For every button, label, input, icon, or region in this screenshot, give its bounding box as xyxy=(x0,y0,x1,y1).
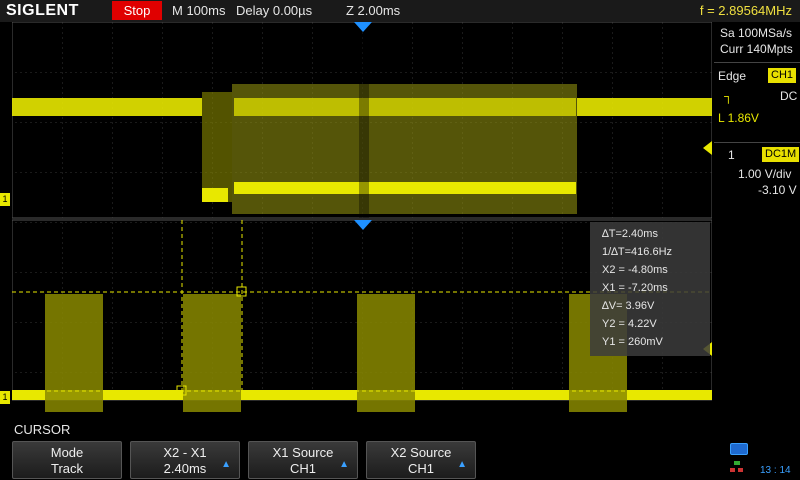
y1-value: Y1 = 260mV xyxy=(602,336,663,348)
softkey-label: X1 Source xyxy=(272,445,334,460)
frequency-counter: f = 2.89564MHz xyxy=(699,3,792,18)
rising-edge-icon: ┐ xyxy=(724,89,733,103)
run-stop-indicator[interactable]: Stop xyxy=(112,1,162,20)
channel1-ground-marker-main[interactable]: 1 xyxy=(0,193,10,206)
top-status-bar: SIGLENT Stop M 100ms Delay 0.00µs Z 2.00… xyxy=(0,0,800,22)
softkey-label: X2 - X1 xyxy=(163,445,207,460)
sample-rate: Sa 100MSa/s xyxy=(720,26,793,40)
right-info-panel: Sa 100MSa/s Curr 140Mpts Edge CH1 ┐ DC L… xyxy=(714,22,800,440)
battery-icon xyxy=(730,443,748,455)
channel-offset: -3.10 V xyxy=(758,183,797,197)
zoom-readout[interactable]: Z 2.00ms xyxy=(346,3,400,18)
delta-v-value: ∆V= 3.96V xyxy=(602,300,655,312)
clock: 13 : 14 xyxy=(760,465,791,476)
inverse-delta-t-value: 1/∆T=416.6Hz xyxy=(602,246,673,258)
softkey-x2-source[interactable]: X2 Source CH1 ▲ xyxy=(366,441,476,479)
trigger-coupling: DC xyxy=(780,89,798,103)
channel1-ground-marker-zoom[interactable]: 1 xyxy=(0,391,10,404)
cursor-measurement-panel: ∆T=2.40ms 1/∆T=416.6Hz X2 = -4.80ms X1 =… xyxy=(590,222,710,356)
softkey-mode[interactable]: Mode Track xyxy=(12,441,122,479)
memory-depth: Curr 140Mpts xyxy=(720,42,793,56)
x2-value: X2 = -4.80ms xyxy=(602,264,668,276)
trigger-info[interactable]: Edge CH1 ┐ DC L 1.86V xyxy=(714,62,800,153)
channel-coupling: DC1M xyxy=(762,147,800,162)
trigger-source: CH1 xyxy=(768,68,797,83)
system-status: 13 : 14 xyxy=(714,441,800,480)
y2-value: Y2 = 4.22V xyxy=(602,318,657,330)
brand-logo: SIGLENT xyxy=(6,2,79,19)
delay-readout[interactable]: Delay 0.00µs xyxy=(236,3,312,18)
timebase-readout[interactable]: M 100ms xyxy=(172,3,225,18)
softkey-x2-x1[interactable]: X2 - X1 2.40ms ▲ xyxy=(130,441,240,479)
volts-per-div: 1.00 V/div xyxy=(738,167,792,181)
softkey-value: Track xyxy=(50,461,84,476)
softkey-x1-source[interactable]: X1 Source CH1 ▲ xyxy=(248,441,358,479)
trigger-type: Edge xyxy=(718,69,747,83)
adjust-arrow-icon: ▲ xyxy=(457,459,467,470)
trigger-level: L 1.86V xyxy=(718,111,759,125)
adjust-arrow-icon: ▲ xyxy=(221,459,231,470)
channel1-info[interactable]: 1 DC1M 1.00 V/div -3.10 V xyxy=(714,142,800,203)
channel-number: 1 xyxy=(728,148,735,162)
menu-title: CURSOR xyxy=(14,422,71,437)
trigger-level-marker[interactable] xyxy=(703,141,712,155)
softkey-label: X2 Source xyxy=(390,445,452,460)
adjust-arrow-icon: ▲ xyxy=(339,459,349,470)
delta-t-value: ∆T=2.40ms xyxy=(602,228,658,240)
x1-value: X1 = -7.20ms xyxy=(602,282,668,294)
softkey-label: Mode xyxy=(50,445,84,460)
network-icon xyxy=(730,461,744,473)
